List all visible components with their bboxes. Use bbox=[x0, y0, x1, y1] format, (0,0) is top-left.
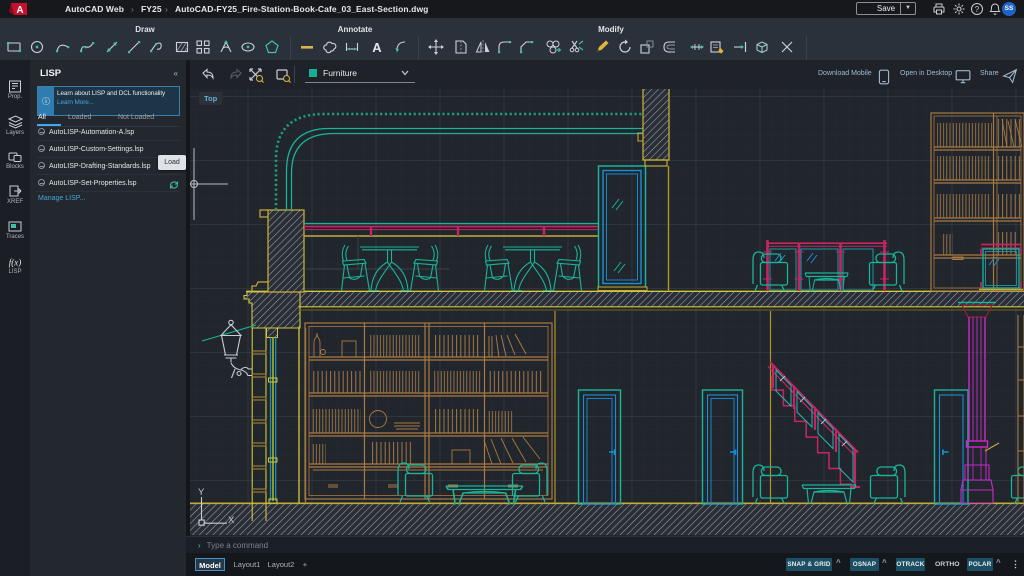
svg-text:f(x): f(x) bbox=[9, 258, 22, 268]
svg-text:?: ? bbox=[975, 5, 980, 14]
svg-text:X: X bbox=[228, 515, 235, 526]
svg-text:Y: Y bbox=[198, 487, 205, 498]
svg-text:A: A bbox=[372, 40, 382, 55]
svg-text:A: A bbox=[16, 5, 23, 16]
